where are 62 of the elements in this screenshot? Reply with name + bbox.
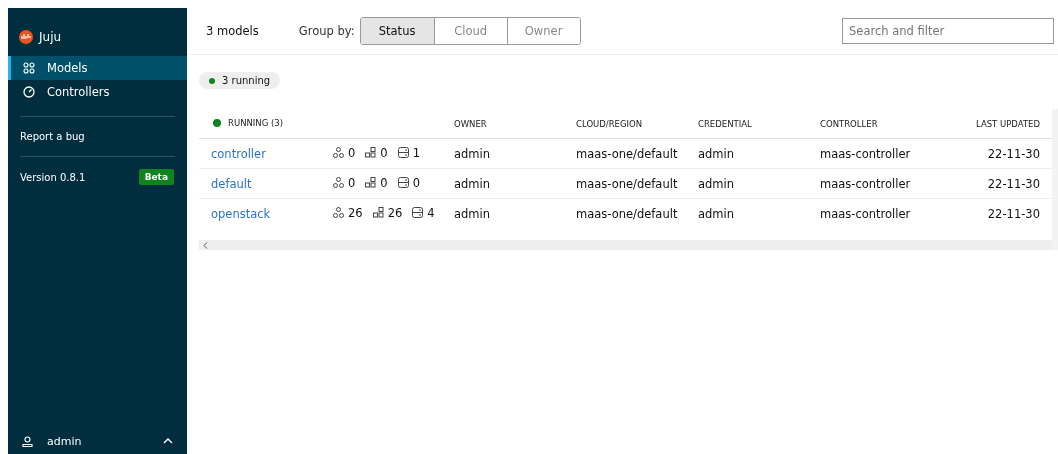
applications-icon [333, 207, 344, 219]
table-cell: maas-controller [808, 168, 930, 199]
nav-item[interactable]: Models [8, 56, 187, 80]
gauge-icon [23, 86, 35, 98]
server-icon [412, 207, 424, 219]
search-field[interactable]: Search and filter [842, 18, 1054, 44]
machine-count: 0 [412, 175, 420, 190]
table-cell: maas-controller [808, 138, 930, 169]
applications-icon [333, 177, 344, 189]
machine-count: 4 [427, 205, 435, 220]
table-cell: 22-11-30 [930, 138, 1052, 169]
application-count: 0 [348, 145, 356, 160]
table-cell: admin [686, 198, 808, 228]
app-name: Juju [39, 30, 62, 44]
model-count: 3 models [206, 24, 259, 38]
server-icon [397, 147, 409, 159]
unit-count: 0 [380, 145, 388, 160]
server-icon [397, 177, 409, 189]
table-cell: admin [442, 198, 564, 228]
column-header: OWNER [442, 109, 564, 139]
model-link[interactable]: openstack [211, 206, 271, 221]
table-cell: maas-controller [808, 198, 930, 228]
group-by-label: Group by: [298, 24, 355, 38]
version-label: Version 0.8.1 [20, 171, 86, 183]
application-count: 0 [348, 175, 356, 190]
column-header: CLOUD/REGION [564, 109, 686, 139]
group-by-button[interactable]: Status [360, 18, 434, 44]
unit-count: 26 [387, 205, 403, 220]
units-icon [372, 207, 384, 219]
user-menu[interactable]: admin [8, 428, 187, 454]
table-cell: admin [686, 168, 808, 199]
column-header: LAST UPDATED [930, 109, 1052, 139]
applications-icon [333, 147, 344, 159]
table-cell: maas-one/default [564, 198, 686, 228]
units-icon [365, 177, 377, 189]
column-header: CREDENTIAL [686, 109, 808, 139]
table-cell: admin [442, 168, 564, 199]
horizontal-scrollbar[interactable] [199, 240, 1052, 250]
user-icon [22, 435, 33, 447]
status-chip: 3 running [199, 72, 281, 89]
table-cell: maas-one/default [564, 138, 686, 169]
application-count: 26 [348, 205, 363, 220]
column-header: RUNNING (3) [228, 118, 284, 128]
nav-item[interactable]: Controllers [8, 80, 187, 104]
scroll-left-icon [203, 241, 208, 249]
table-cell: 22-11-30 [930, 168, 1052, 199]
beta-badge: Beta [138, 169, 174, 185]
model-link[interactable]: default [211, 176, 252, 191]
table-cell: admin [686, 138, 808, 169]
table-cell: admin [442, 138, 564, 169]
logo-icon [19, 30, 33, 44]
report-bug-link[interactable]: Report a bug [8, 129, 187, 144]
units-icon [365, 147, 377, 159]
model-link[interactable]: controller [211, 146, 266, 161]
unit-count: 0 [380, 175, 388, 190]
table-cell: 22-11-30 [930, 198, 1052, 228]
group-by-button[interactable]: Owner [506, 18, 580, 44]
column-header: CONTROLLER [808, 109, 930, 139]
machine-count: 1 [412, 145, 420, 160]
models-icon [23, 62, 35, 74]
chevron-up-icon [163, 438, 173, 444]
table-cell: maas-one/default [564, 168, 686, 199]
